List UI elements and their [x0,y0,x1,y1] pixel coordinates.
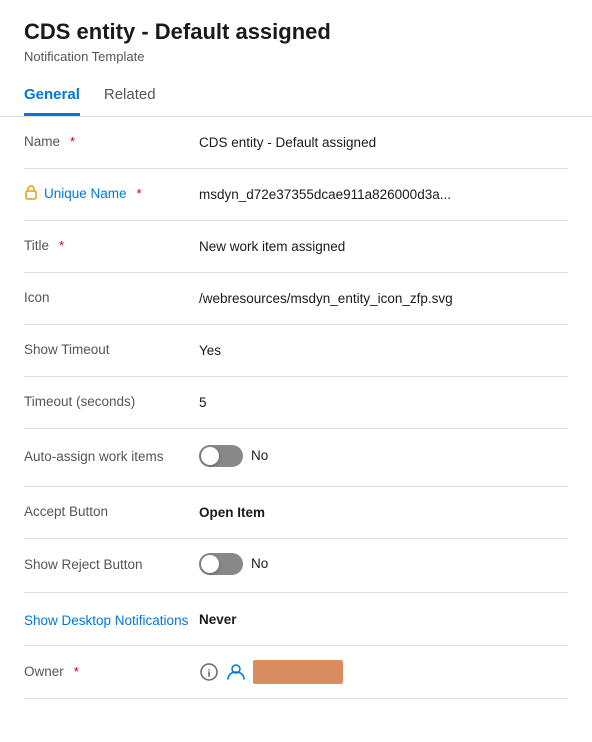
field-row-timeout-seconds: Timeout (seconds) 5 [24,377,568,429]
field-label-show-reject-button: Show Reject Button [24,556,199,574]
page-header: CDS entity - Default assigned Notificati… [0,0,592,64]
tabs-bar: General Related [0,72,592,117]
toggle-switch-auto-assign[interactable] [199,445,243,467]
required-indicator-name: * [70,134,75,151]
tab-general[interactable]: General [24,86,80,116]
required-indicator-unique-name: * [137,186,142,203]
field-row-accept-button: Accept Button Open Item [24,487,568,539]
field-row-show-desktop-notifications: Show Desktop Notifications Never [24,593,568,647]
field-value-show-timeout: Yes [199,343,568,358]
field-label-show-desktop-notifications: Show Desktop Notifications [24,609,199,630]
field-label-icon: Icon [24,289,199,307]
field-label-timeout-seconds: Timeout (seconds) [24,393,199,411]
owner-row: i [199,660,568,684]
field-row-show-reject-button: Show Reject Button No [24,539,568,593]
page-title: CDS entity - Default assigned [24,18,568,47]
field-row-icon: Icon /webresources/msdyn_entity_icon_zfp… [24,273,568,325]
field-value-auto-assign: No [199,445,568,470]
field-value-owner: i [199,660,568,684]
tab-related[interactable]: Related [104,86,156,116]
field-label-show-timeout: Show Timeout [24,341,199,359]
form-container: Name * CDS entity - Default assigned Uni… [0,117,592,700]
field-label-accept-button: Accept Button [24,503,199,521]
field-value-show-reject-button: No [199,553,568,578]
show-reject-button-toggle[interactable]: No [199,553,268,575]
field-value-name: CDS entity - Default assigned [199,135,568,150]
page-subtitle: Notification Template [24,49,568,64]
field-value-unique-name: msdyn_d72e37355dcae911a826000d3a... [199,187,568,202]
owner-person-icon [225,661,247,683]
field-value-show-desktop-notifications: Never [199,609,568,627]
field-label-unique-name: Unique Name * [24,184,199,205]
field-label-name: Name * [24,133,199,151]
lock-icon [24,184,38,205]
field-row-show-timeout: Show Timeout Yes [24,325,568,377]
field-row-owner: Owner * i [24,646,568,699]
field-value-title: New work item assigned [199,239,568,254]
field-value-accept-button: Open Item [199,505,568,520]
required-indicator-title: * [59,238,64,255]
field-value-icon: /webresources/msdyn_entity_icon_zfp.svg [199,291,568,306]
owner-value-box[interactable] [253,660,343,684]
toggle-label-show-reject: No [251,556,268,571]
toggle-switch-show-reject[interactable] [199,553,243,575]
toggle-knob-auto-assign [201,447,219,465]
field-row-unique-name: Unique Name * msdyn_d72e37355dcae911a826… [24,169,568,221]
auto-assign-toggle[interactable]: No [199,445,268,467]
toggle-label-auto-assign: No [251,448,268,463]
svg-text:i: i [207,668,210,680]
required-indicator-owner: * [74,664,79,681]
field-label-owner: Owner * [24,663,199,681]
owner-info-icon: i [199,662,219,682]
field-row-title: Title * New work item assigned [24,221,568,273]
field-value-timeout-seconds: 5 [199,395,568,410]
toggle-knob-show-reject [201,555,219,573]
field-row-auto-assign: Auto-assign work items No [24,429,568,487]
field-row-name: Name * CDS entity - Default assigned [24,117,568,169]
field-label-title: Title * [24,237,199,255]
field-label-auto-assign: Auto-assign work items [24,445,199,466]
